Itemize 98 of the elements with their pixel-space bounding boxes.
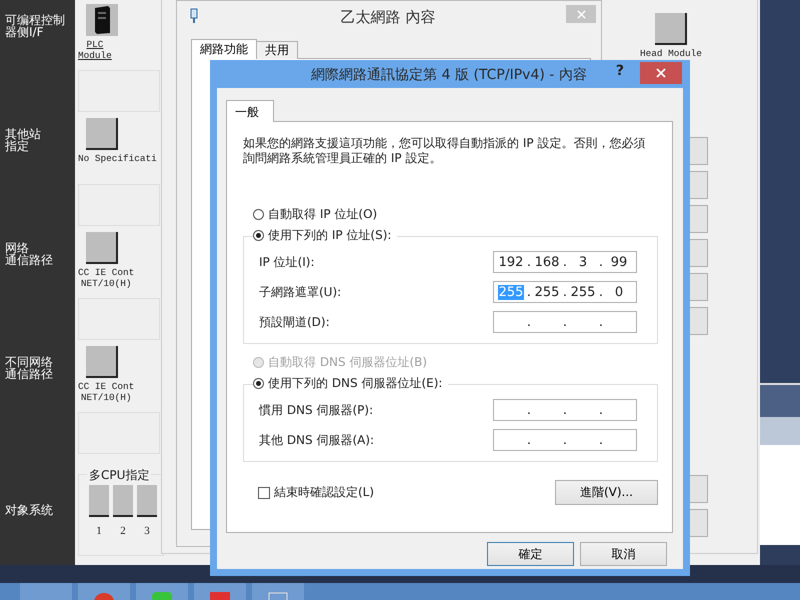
octet-text: 0: [614, 284, 624, 300]
radio-button[interactable]: [253, 209, 264, 220]
octet-text: 168: [534, 254, 560, 270]
octet-separator: .: [526, 402, 532, 418]
octet-separator: .: [598, 314, 604, 330]
octet-separator: .: [562, 284, 568, 300]
octet-separator: .: [526, 254, 532, 270]
module-icon[interactable]: [86, 232, 118, 264]
cpu-slot[interactable]: [137, 485, 157, 517]
ip-address-field[interactable]: 192 . 168 . 3 . 99: [493, 251, 637, 273]
ip-address-field[interactable]: . . .: [493, 399, 637, 421]
taskbar-button[interactable]: [78, 583, 130, 600]
octet-separator: .: [562, 432, 568, 448]
field-label: 子網路遮罩(U):: [259, 284, 342, 300]
window-title: 網際網路通訊協定第 4 版 (TCP/IPv4) - 內容: [310, 66, 588, 84]
radio-button[interactable]: [253, 378, 264, 389]
field-label: 預設閘道(D):: [259, 314, 330, 330]
module-icon[interactable]: [654, 13, 687, 45]
close-icon: [576, 10, 586, 18]
octet-text: 3: [578, 254, 588, 270]
octet-separator: .: [562, 402, 568, 418]
field-label: 慣用 DNS 伺服器(P):: [259, 402, 374, 418]
plc-module-icon[interactable]: [86, 4, 118, 36]
ip-address-field[interactable]: 255 . 255 . 255 . 0: [493, 281, 637, 303]
row-label: 器侧I/F: [5, 26, 44, 38]
radio-button[interactable]: [253, 230, 264, 241]
module-label[interactable]: CC IE Cont NET/10(H): [78, 381, 134, 403]
field-label: 其他 DNS 伺服器(A):: [259, 432, 374, 448]
octet-separator: .: [562, 314, 568, 330]
ip-address-field[interactable]: . . .: [493, 429, 637, 451]
module-label[interactable]: No Specificati: [78, 153, 157, 164]
row-label: 不同网络: [5, 356, 53, 368]
taskbar-button[interactable]: [136, 583, 188, 600]
dialog-button[interactable]: 取消: [580, 542, 667, 566]
taskbar-button[interactable]: [252, 583, 304, 600]
side-button[interactable]: [690, 509, 708, 537]
menu-bar: [760, 417, 800, 445]
octet-separator: .: [598, 402, 604, 418]
side-button[interactable]: [690, 273, 708, 301]
slot-number: 2: [120, 525, 126, 537]
window-titlebar: [760, 385, 800, 417]
side-button[interactable]: [690, 239, 708, 267]
radio-label[interactable]: 自動取得 IP 位址(O): [268, 206, 378, 223]
side-button[interactable]: [690, 137, 708, 165]
row-label: 通信路径: [5, 254, 53, 266]
row-label: 可编程控制: [5, 14, 65, 26]
window-title: 乙太網路 內容: [340, 8, 436, 27]
slot-number: 3: [144, 525, 150, 537]
network-adapter-icon: [189, 8, 199, 24]
row-label: 对象系统: [5, 504, 53, 516]
radio-label[interactable]: 使用下列的 DNS 伺服器位址(E):: [268, 375, 442, 392]
side-button[interactable]: [690, 307, 708, 335]
close-icon: [656, 68, 666, 78]
field-label: IP 位址(I):: [259, 254, 315, 270]
close-button[interactable]: [640, 62, 682, 84]
checkbox-label[interactable]: 結束時確認設定(L): [274, 484, 374, 501]
help-button[interactable]: ?: [612, 63, 628, 79]
octet-separator: .: [562, 254, 568, 270]
side-button[interactable]: [690, 171, 708, 199]
checkbox[interactable]: [258, 486, 270, 498]
slot-number: 1: [96, 525, 102, 537]
ip-address-field[interactable]: . . .: [493, 311, 637, 333]
octet-separator: .: [526, 432, 532, 448]
octet-text: 255: [498, 284, 524, 300]
module-label[interactable]: Head Module: [640, 48, 702, 59]
advanced-button[interactable]: 進階(V)...: [555, 480, 658, 505]
octet-separator: .: [526, 284, 532, 300]
row-label: 指定: [5, 140, 29, 152]
tab[interactable]: 一般: [226, 100, 274, 122]
octet-text: 99: [610, 254, 628, 270]
octet-separator: .: [598, 432, 604, 448]
description-text: 如果您的網路支援這項功能，您可以取得自動指派的 IP 設定。否則，您必須詢問網路系統管理員正確的 IP 設定。: [243, 136, 646, 166]
octet-text: 192: [498, 254, 524, 270]
taskbar-button[interactable]: [194, 583, 246, 600]
tab[interactable]: 網路功能: [191, 39, 257, 59]
dialog-button[interactable]: 確定: [487, 542, 574, 566]
app-icon: [210, 592, 230, 600]
octet-text: 255: [570, 284, 596, 300]
side-button[interactable]: [690, 475, 708, 503]
row-label: 网络: [5, 242, 29, 254]
octet-separator: .: [526, 314, 532, 330]
cpu-slot[interactable]: [113, 485, 133, 517]
module-icon[interactable]: [86, 118, 118, 150]
cpu-slot[interactable]: [89, 485, 109, 517]
row-label: 其他站: [5, 128, 41, 140]
row-label: 通信路径: [5, 368, 53, 380]
chat-icon: [152, 592, 172, 600]
module-label[interactable]: CC IE Cont NET/10(H): [78, 267, 134, 289]
radio-label[interactable]: 使用下列的 IP 位址(S):: [268, 227, 392, 244]
module-label[interactable]: PLC Module: [78, 39, 112, 61]
window-icon: [268, 592, 288, 600]
module-icon[interactable]: [86, 346, 118, 378]
octet-separator: .: [598, 284, 604, 300]
side-button[interactable]: [690, 205, 708, 233]
tab[interactable]: 共用: [256, 41, 298, 59]
octet-text: 255: [534, 284, 560, 300]
octet-separator: .: [598, 254, 604, 270]
group-title: 多CPU指定: [87, 467, 152, 484]
